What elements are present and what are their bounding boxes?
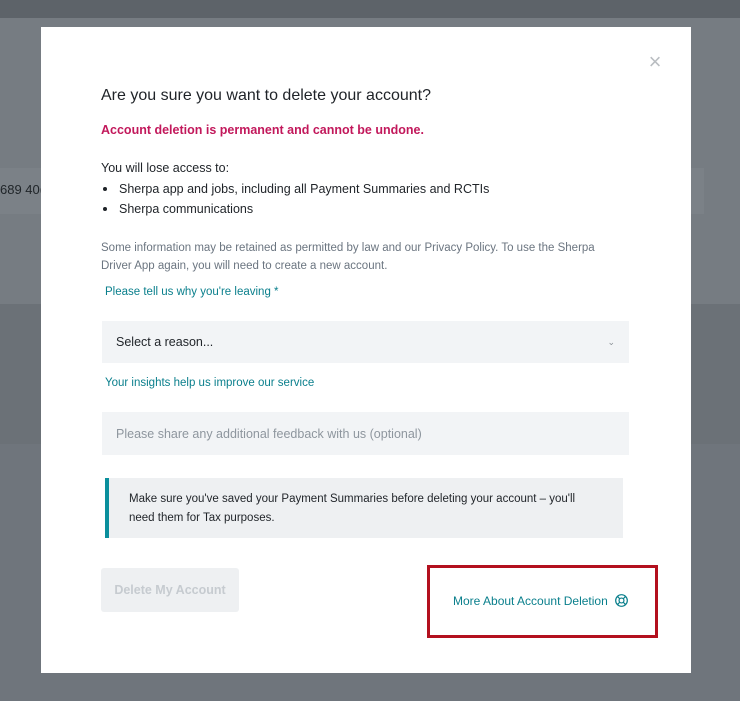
close-icon[interactable]: ×: [644, 51, 666, 73]
feedback-input[interactable]: [102, 412, 629, 455]
background-topbar: [0, 0, 740, 18]
lose-access-list: Sherpa app and jobs, including all Payme…: [101, 180, 489, 220]
more-link-label: More About Account Deletion: [453, 593, 608, 608]
list-item: Sherpa communications: [101, 200, 489, 220]
background-phone-text: 689 40(: [0, 182, 45, 197]
lose-access-intro: You will lose access to:: [101, 161, 230, 175]
reason-label: Please tell us why you're leaving *: [105, 286, 279, 298]
more-about-deletion-link[interactable]: More About Account Deletion: [453, 593, 629, 608]
chevron-down-icon: ⌄: [607, 336, 615, 347]
list-item: Sherpa app and jobs, including all Payme…: [101, 180, 489, 200]
permanent-warning: Account deletion is permanent and cannot…: [101, 123, 424, 137]
modal-title: Are you sure you want to delete your acc…: [101, 87, 431, 104]
lifebuoy-icon: [614, 593, 629, 608]
tax-notice: Make sure you've saved your Payment Summ…: [105, 478, 623, 538]
reason-select-value: Select a reason...: [116, 335, 214, 349]
delete-account-button[interactable]: Delete My Account: [101, 568, 239, 612]
reason-select[interactable]: Select a reason... ⌄: [102, 321, 629, 363]
retention-notice: Some information may be retained as perm…: [101, 242, 595, 272]
insights-label: Your insights help us improve our servic…: [105, 377, 315, 389]
delete-account-modal: × Are you sure you want to delete your a…: [41, 27, 691, 673]
